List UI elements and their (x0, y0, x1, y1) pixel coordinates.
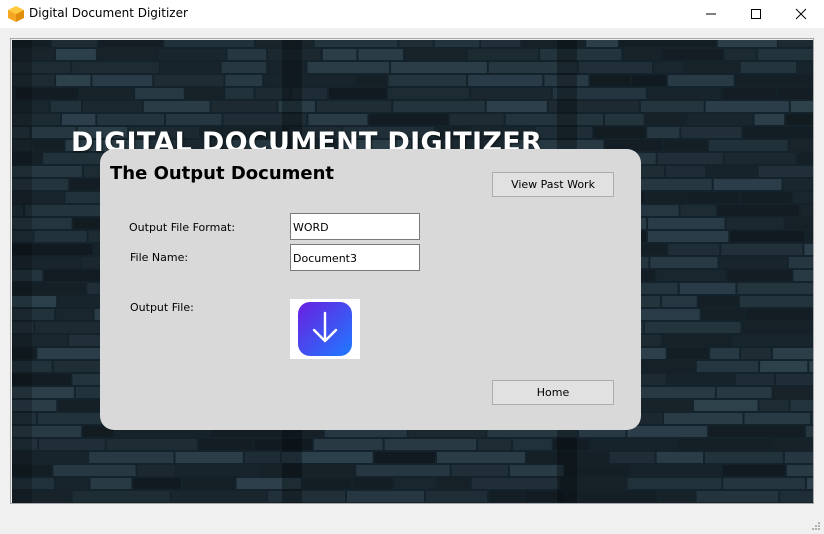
output-file-format-field[interactable]: WORD (290, 213, 420, 240)
minimize-icon (706, 13, 716, 15)
minimize-button[interactable] (688, 0, 734, 28)
close-button[interactable] (778, 0, 824, 28)
output-file-format-label: Output File Format: (129, 221, 236, 234)
close-icon (795, 8, 807, 20)
output-document-panel: The Output Document View Past Work Outpu… (100, 149, 641, 430)
window-title: Digital Document Digitizer (29, 6, 188, 20)
download-output-button[interactable] (290, 299, 360, 359)
maximize-icon (751, 9, 761, 19)
app-cube-icon (8, 6, 24, 22)
file-name-label: File Name: (130, 251, 189, 264)
maximize-button[interactable] (733, 0, 779, 28)
resize-grip-icon[interactable] (811, 521, 821, 531)
output-file-label: Output File: (130, 301, 194, 314)
panel-title: The Output Document (110, 163, 335, 184)
file-name-field[interactable]: Document3 (290, 244, 420, 271)
home-button[interactable]: Home (492, 380, 614, 405)
title-bar: Digital Document Digitizer (0, 0, 824, 28)
content-frame: DIGITAL DOCUMENT DIGITIZER The Output Do… (10, 38, 814, 504)
view-past-work-button[interactable]: View Past Work (492, 172, 614, 197)
brick-wall-background: DIGITAL DOCUMENT DIGITIZER The Output Do… (12, 40, 813, 503)
download-arrow-icon (298, 302, 352, 356)
